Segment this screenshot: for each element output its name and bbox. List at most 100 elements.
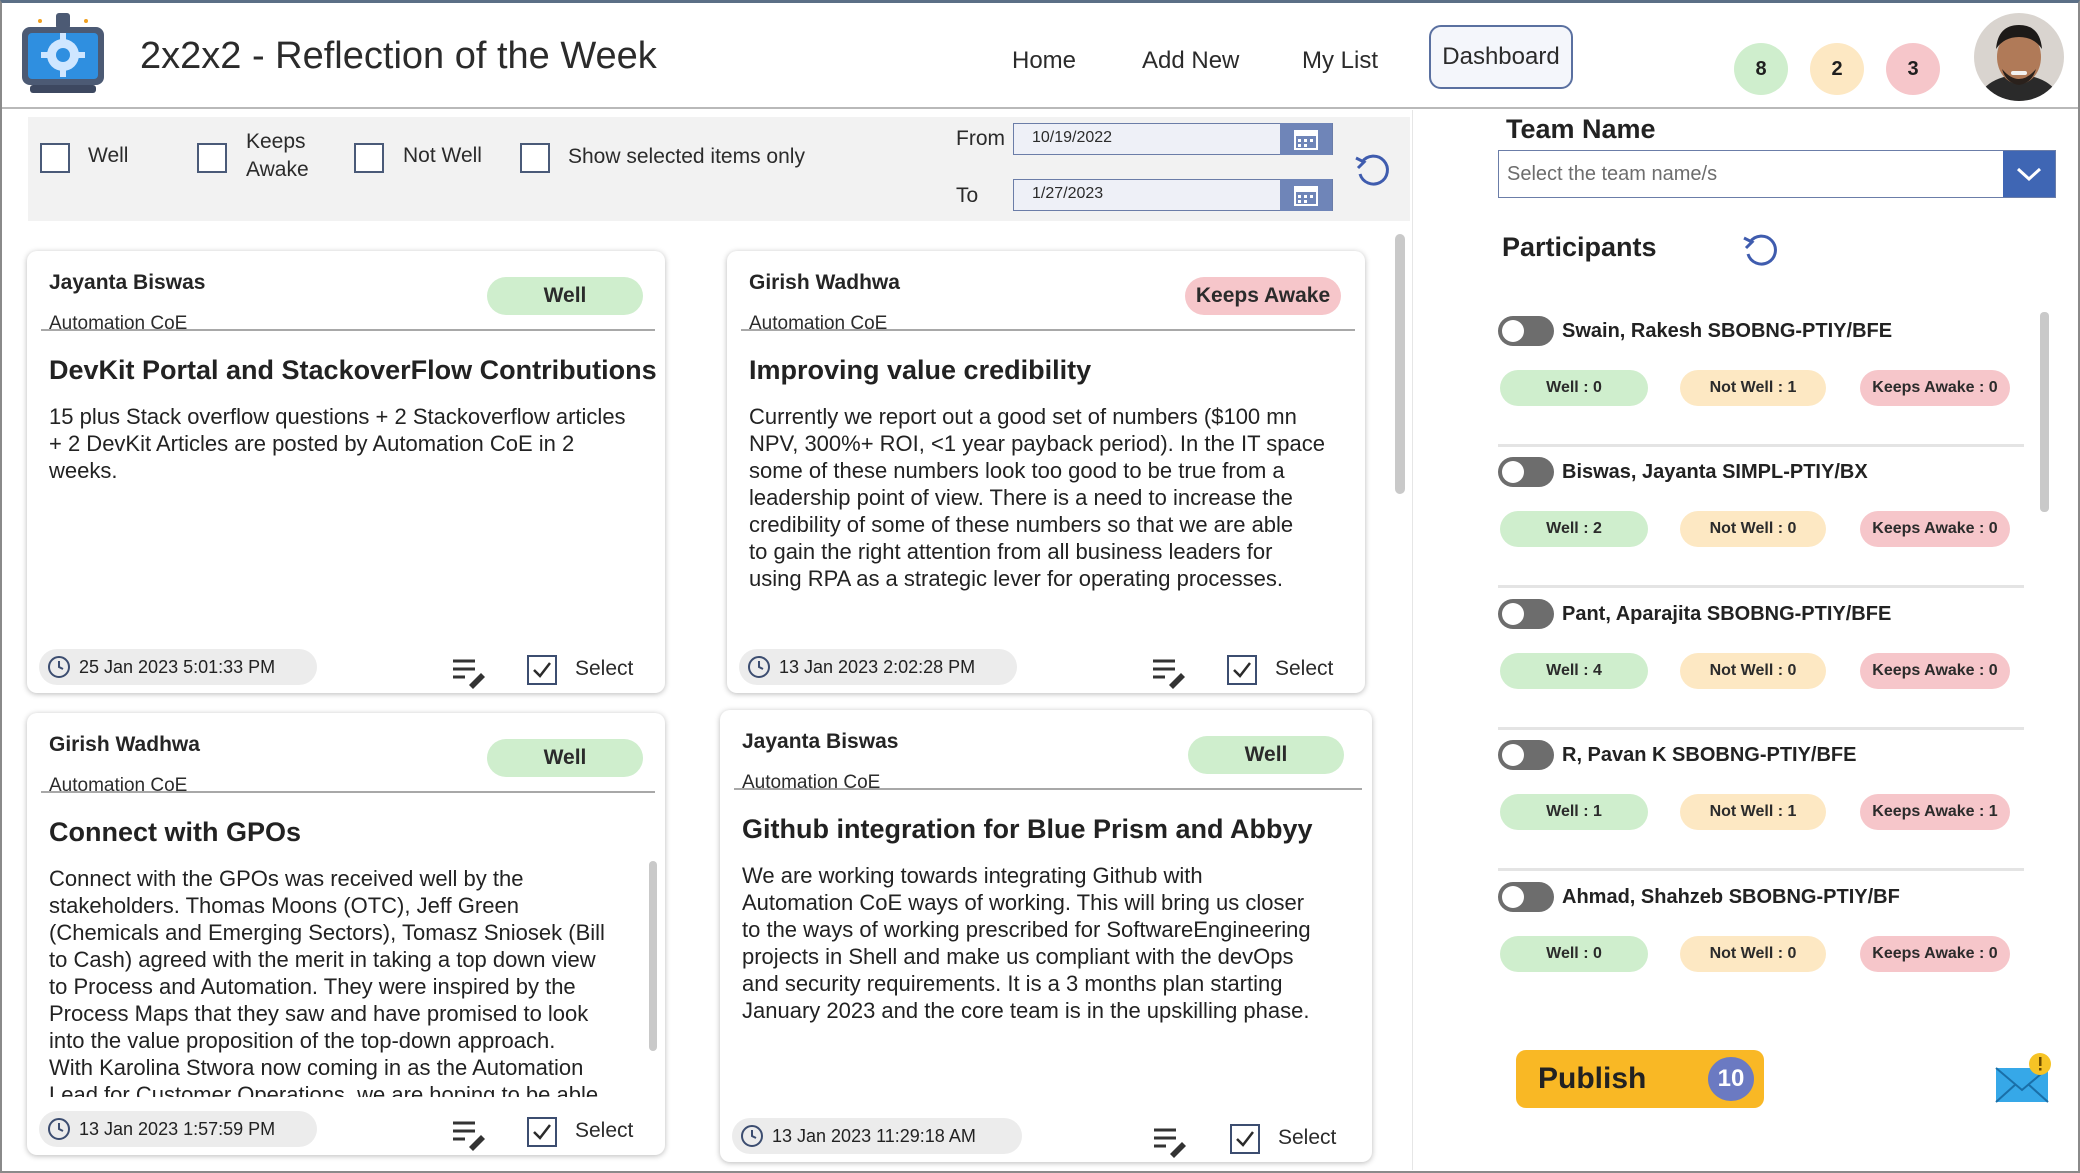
keeps-awake-filter-label-line1: Keeps	[246, 130, 306, 153]
select-label: Select	[575, 657, 634, 680]
participant-name: R, Pavan K SBOBNG-PTIY/BFE	[1562, 744, 1857, 766]
well-filter-label: Well	[88, 144, 129, 167]
select-label: Select	[1275, 657, 1334, 680]
participant-name: Swain, Rakesh SBOBNG-PTIY/BFE	[1562, 320, 1893, 342]
not-well-stat-badge: Not Well : 0	[1680, 936, 1826, 972]
team-name-label: Team Name	[1506, 114, 1656, 144]
app-title: 2x2x2 - Reflection of the Week	[140, 35, 657, 77]
card-title: Connect with GPOs	[49, 817, 302, 847]
card-title: Improving value credibility	[749, 355, 1092, 385]
not-well-count-badge: 2	[1810, 43, 1864, 95]
keeps-awake-filter-checkbox[interactable]	[197, 143, 227, 173]
well-stat-badge: Well : 1	[1500, 794, 1648, 830]
participant-row: Ahmad, Shahzeb SBOBNG-PTIY/BF Well : 0 N…	[1498, 866, 2024, 996]
card-divider	[41, 329, 655, 331]
well-stat-badge: Well : 2	[1500, 511, 1648, 547]
well-stat-badge: Well : 4	[1500, 653, 1648, 689]
participant-row: Swain, Rakesh SBOBNG-PTIY/BFE Well : 0 N…	[1498, 300, 2024, 447]
card-title: DevKit Portal and StackoverFlow Contribu…	[49, 355, 657, 385]
nav-dashboard[interactable]: Dashboard	[1429, 25, 1573, 89]
participant-row: Biswas, Jayanta SIMPL-PTIY/BX Well : 2 N…	[1498, 441, 2024, 588]
keeps-awake-stat-badge: Keeps Awake : 0	[1860, 653, 2010, 689]
edit-icon[interactable]	[1151, 655, 1187, 689]
participant-toggle[interactable]	[1498, 599, 1554, 629]
status-badge: Well	[1188, 736, 1344, 774]
card-org: Automation CoE	[742, 772, 881, 793]
well-count-badge: 8	[1734, 43, 1788, 95]
edit-icon[interactable]	[1152, 1124, 1188, 1158]
participants-scrollbar[interactable]	[2040, 312, 2049, 512]
card-body: Currently we report out a good set of nu…	[749, 404, 1325, 591]
card-timestamp: 13 Jan 2023 11:29:18 AM	[732, 1118, 1022, 1154]
keeps-awake-stat-badge: Keeps Awake : 0	[1860, 936, 2010, 972]
keeps-awake-filter-label-line2: Awake	[246, 158, 309, 181]
not-well-stat-badge: Not Well : 1	[1680, 794, 1826, 830]
well-stat-badge: Well : 0	[1500, 370, 1648, 406]
select-checkbox[interactable]	[527, 655, 557, 685]
card-body: Connect with the GPOs was received well …	[49, 866, 605, 1097]
participant-name: Ahmad, Shahzeb SBOBNG-PTIY/BF	[1562, 886, 1900, 908]
to-date-label: To	[956, 184, 979, 207]
select-label: Select	[575, 1119, 634, 1142]
nav-add-new[interactable]: Add New	[1142, 47, 1239, 75]
card-timestamp: 13 Jan 2023 1:57:59 PM	[39, 1111, 317, 1147]
avatar[interactable]	[1974, 13, 2064, 101]
not-well-filter-checkbox[interactable]	[354, 143, 384, 173]
status-badge: Well	[487, 739, 643, 777]
participants-refresh-icon[interactable]	[1740, 230, 1780, 270]
participant-toggle[interactable]	[1498, 740, 1554, 770]
select-checkbox[interactable]	[1230, 1124, 1260, 1154]
not-well-stat-badge: Not Well : 0	[1680, 511, 1826, 547]
clock-icon	[741, 1125, 763, 1147]
app-logo-icon	[20, 11, 106, 99]
status-badge: Keeps Awake	[1185, 277, 1341, 315]
team-name-dropdown[interactable]: Select the team name/s	[1498, 150, 2056, 198]
card-org: Automation CoE	[49, 775, 188, 796]
show-selected-checkbox[interactable]	[520, 143, 550, 173]
publish-button[interactable]: Publish 10	[1516, 1050, 1764, 1108]
reflection-card: Girish Wadhwa Automation CoE Well Connec…	[27, 713, 665, 1155]
keeps-awake-count-badge: 3	[1886, 43, 1940, 95]
card-divider	[41, 791, 655, 793]
not-well-stat-badge: Not Well : 1	[1680, 370, 1826, 406]
edit-icon[interactable]	[451, 1117, 487, 1151]
reset-dates-refresh-icon[interactable]	[1352, 150, 1392, 190]
nav-home[interactable]: Home	[1012, 47, 1076, 75]
card-title: Github integration for Blue Prism and Ab…	[742, 814, 1313, 844]
chevron-down-icon[interactable]	[2003, 151, 2055, 197]
publish-count-badge: 10	[1708, 1057, 1754, 1101]
card-divider	[741, 329, 1355, 331]
cards-scrollbar[interactable]	[1395, 234, 1405, 494]
from-calendar-icon[interactable]	[1280, 123, 1332, 155]
select-checkbox[interactable]	[527, 1117, 557, 1147]
card-scrollbar[interactable]	[649, 861, 657, 1051]
card-timestamp: 25 Jan 2023 5:01:33 PM	[39, 649, 317, 685]
status-badge: Well	[487, 277, 643, 315]
card-org: Automation CoE	[49, 313, 188, 334]
card-author: Jayanta Biswas	[49, 271, 206, 294]
keeps-awake-stat-badge: Keeps Awake : 0	[1860, 370, 2010, 406]
participant-toggle[interactable]	[1498, 882, 1554, 912]
panel-divider	[1412, 110, 1413, 1170]
to-calendar-icon[interactable]	[1280, 179, 1332, 211]
reflection-card: Girish Wadhwa Automation CoE Keeps Awake…	[727, 251, 1365, 693]
mail-alert-icon[interactable]	[1994, 1052, 2054, 1106]
participant-toggle[interactable]	[1498, 457, 1554, 487]
app-header: 2x2x2 - Reflection of the Week Home Add …	[2, 3, 2078, 109]
not-well-stat-badge: Not Well : 0	[1680, 653, 1826, 689]
team-name-placeholder: Select the team name/s	[1507, 163, 1718, 185]
well-filter-checkbox[interactable]	[40, 143, 70, 173]
card-org: Automation CoE	[749, 313, 888, 334]
keeps-awake-stat-badge: Keeps Awake : 0	[1860, 511, 2010, 547]
participant-name: Biswas, Jayanta SIMPL-PTIY/BX	[1562, 461, 1868, 483]
well-stat-badge: Well : 0	[1500, 936, 1648, 972]
participant-row: Pant, Aparajita SBOBNG-PTIY/BFE Well : 4…	[1498, 583, 2024, 730]
reflection-card: Jayanta Biswas Automation CoE Well DevKi…	[27, 251, 665, 693]
participant-toggle[interactable]	[1498, 316, 1554, 346]
select-checkbox[interactable]	[1227, 655, 1257, 685]
edit-icon[interactable]	[451, 655, 487, 689]
nav-my-list[interactable]: My List	[1302, 47, 1378, 75]
clock-icon	[48, 656, 70, 678]
card-author: Girish Wadhwa	[49, 733, 200, 756]
participants-label: Participants	[1502, 232, 1657, 262]
